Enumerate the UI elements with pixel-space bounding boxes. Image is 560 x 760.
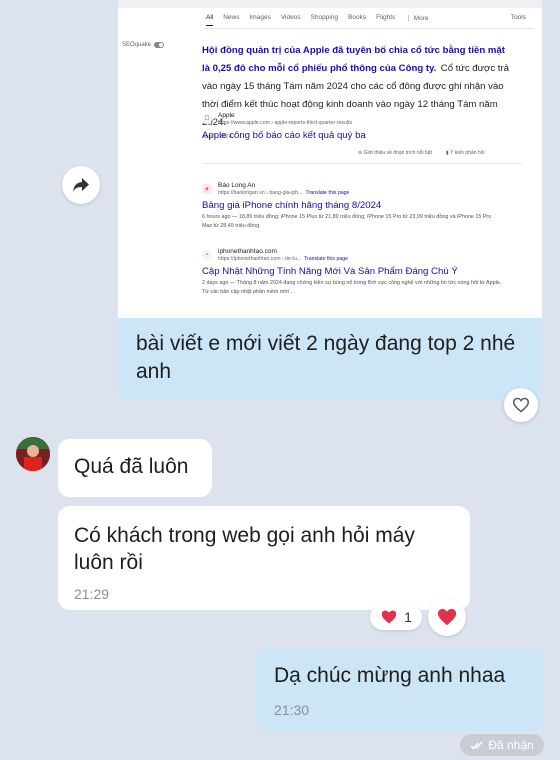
delivery-status: Đã nhận [460,734,544,756]
iphonethanhtao-favicon-icon: ▫ [202,250,212,260]
message-time: 21:29 [74,586,110,602]
sent-caption: bài viết e mới viết 2 ngày đang top 2 nh… [136,332,516,383]
search-result-1: ✈ Báo Long An https://baolongan.vn › ban… [202,182,522,230]
featured-site: Apple [218,112,235,119]
tab-images: Images [249,14,271,21]
reaction-summary[interactable]: 1 [370,604,422,630]
tab-shopping: Shopping [310,14,339,21]
forward-arrow-icon [73,178,89,192]
seoquake-label: SEOquake [122,42,152,48]
received-message-1[interactable]: Quá đã luôn [58,439,212,497]
about-snippet: ⊚ Giới thiệu về đoạn trích nổi bật [358,150,432,156]
result2-desc: 2 days ago — Tháng 8 năm 2024 đang chứng… [202,280,502,295]
result1-url: https://baolongan.vn › bang-gia-iph... Tr… [218,190,350,196]
avatar[interactable] [16,437,50,471]
search-tabs: All News Images Videos Shopping Books Fl… [206,14,526,26]
result1-site: Báo Long An [218,182,256,189]
tab-flights: Flights [376,14,396,21]
result2-title: Cập Nhật Những Tính Năng Mới Và Sản Phẩm… [202,266,458,277]
react-button[interactable] [504,388,538,422]
result2-url: https://iphonethanhtao.com › tin-tu... Tr… [218,256,348,262]
toggle-icon [154,42,165,48]
tab-news: News [223,14,240,21]
react-heart-button[interactable] [428,598,466,636]
search-result-2: ▫ iphonethanhtao.com https://iphonethanh… [202,248,522,296]
screenshot-top-edge [118,0,542,8]
result1-title: Bảng giá iPhone chính hãng tháng 8/2024 [202,200,382,211]
status-text: Đã nhận [488,738,534,752]
message-text: Có khách trong web gọi anh hỏi máy luôn … [74,524,415,574]
tab-videos: Videos [280,14,301,21]
tab-books: Books [348,14,367,21]
message-time: 21:30 [274,702,310,718]
snippet-footer: ⊚ Giới thiệu về đoạn trích nổi bật ▮ Ý k… [358,150,485,156]
divider [202,163,522,164]
featured-source:  Apple https://www.apple.com › apple-re… [202,112,522,142]
avatar-image [16,437,50,471]
feedback: ▮ Ý kiến phản hồi [445,150,485,156]
tab-all: All [206,14,214,26]
heart-icon [381,610,397,624]
received-message-2[interactable]: Có khách trong web gọi anh hỏi máy luôn … [58,506,470,610]
featured-link: Apple công bố báo cáo kết quả quý ba [202,130,366,141]
result1-desc: 6 hours ago — 18,89 triệu đồng; iPhone 1… [202,214,492,229]
message-text: Dạ chúc mừng anh nhaa [274,664,506,687]
apple-favicon-icon:  [202,114,212,124]
share-button[interactable] [62,166,100,204]
heart-outline-icon [512,397,530,413]
featured-url: https://www.apple.com › apple-reports-th… [218,120,353,126]
message-text: Quá đã luôn [74,455,189,478]
tab-more: ⋮ More [405,15,429,22]
double-check-icon [470,741,483,750]
seoquake-toggle: SEOquake [122,42,165,48]
sent-message[interactable]: Dạ chúc mừng anh nhaa 21:30 [256,648,544,732]
result2-site: iphonethanhtao.com [218,248,277,255]
tabs-divider [204,28,534,29]
sent-image-message[interactable]: All News Images Videos Shopping Books Fl… [118,0,542,400]
heart-icon [437,608,457,626]
baolongan-favicon-icon: ✈ [202,184,212,194]
reaction-count: 1 [404,609,412,625]
search-screenshot[interactable]: All News Images Videos Shopping Books Fl… [118,0,542,318]
tab-tools: Tools [510,14,526,21]
